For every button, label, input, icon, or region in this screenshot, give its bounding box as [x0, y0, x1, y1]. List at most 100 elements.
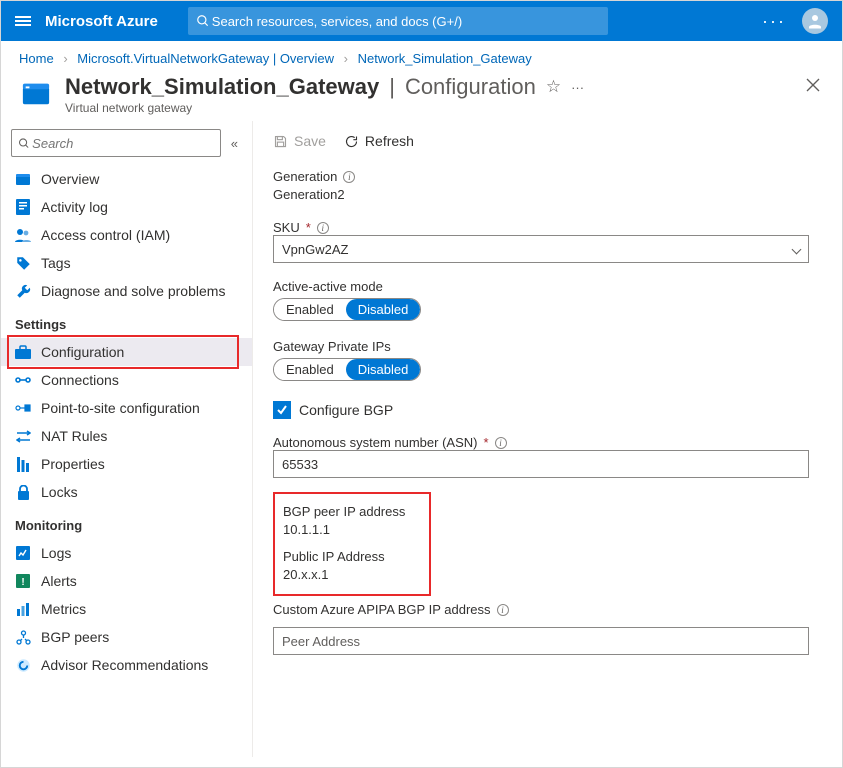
- sidebar-item-label: Connections: [41, 372, 119, 388]
- sidebar-item-label: Locks: [41, 484, 78, 500]
- breadcrumb-link[interactable]: Network_Simulation_Gateway: [358, 51, 532, 66]
- user-avatar[interactable]: [802, 8, 828, 34]
- apipa-label: Custom Azure APIPA BGP IP addressi: [273, 602, 822, 617]
- refresh-button[interactable]: Refresh: [344, 133, 414, 149]
- page-title: Network_Simulation_Gateway: [65, 74, 379, 100]
- page-section: Configuration: [405, 74, 536, 100]
- info-icon[interactable]: i: [343, 171, 355, 183]
- sku-value: VpnGw2AZ: [282, 242, 348, 257]
- collapse-sidebar-icon[interactable]: «: [227, 134, 242, 153]
- sidebar-item-metrics[interactable]: Metrics: [1, 595, 252, 623]
- configure-bgp-label: Configure BGP: [299, 402, 393, 418]
- alerts-icon: !: [15, 573, 31, 589]
- toggle-enabled[interactable]: Enabled: [274, 359, 346, 380]
- configure-bgp-checkbox[interactable]: Configure BGP: [273, 401, 822, 419]
- sidebar-menu: Overview Activity log Access control (IA…: [1, 165, 252, 757]
- toggle-enabled[interactable]: Enabled: [274, 299, 346, 320]
- bgp-peer-ip-label: BGP peer IP address: [283, 504, 812, 519]
- breadcrumb-link[interactable]: Microsoft.VirtualNetworkGateway | Overvi…: [77, 51, 334, 66]
- resource-icon: [19, 78, 53, 108]
- sidebar-item-diagnose[interactable]: Diagnose and solve problems: [1, 277, 252, 305]
- sidebar-section-settings: Settings: [1, 305, 252, 338]
- sidebar-item-label: Overview: [41, 171, 99, 187]
- page-subtitle: Virtual network gateway: [65, 101, 802, 115]
- log-icon: [15, 199, 31, 215]
- info-icon[interactable]: i: [497, 604, 509, 616]
- hamburger-menu-icon[interactable]: [1, 14, 45, 28]
- sidebar-item-nat-rules[interactable]: NAT Rules: [1, 422, 252, 450]
- sidebar-item-label: Alerts: [41, 573, 77, 589]
- generation-value: Generation2: [273, 184, 822, 216]
- logs-icon: [15, 545, 31, 561]
- close-button[interactable]: [802, 74, 824, 99]
- sidebar-item-label: Properties: [41, 456, 105, 472]
- sidebar-item-label: Advisor Recommendations: [41, 657, 208, 673]
- info-icon[interactable]: i: [495, 437, 507, 449]
- active-mode-label: Active-active mode: [273, 279, 822, 294]
- sidebar-item-p2s[interactable]: Point-to-site configuration: [1, 394, 252, 422]
- sidebar-item-alerts[interactable]: ! Alerts: [1, 567, 252, 595]
- more-actions-icon[interactable]: ···: [571, 80, 584, 95]
- sidebar-item-overview[interactable]: Overview: [1, 165, 252, 193]
- page-header: Network_Simulation_Gateway | Configurati…: [1, 74, 842, 121]
- active-mode-toggle[interactable]: Enabled Disabled: [273, 298, 421, 321]
- sidebar-item-label: Point-to-site configuration: [41, 400, 200, 416]
- asn-input[interactable]: 65533: [273, 450, 809, 478]
- advisor-icon: [15, 657, 31, 673]
- sidebar-item-logs[interactable]: Logs: [1, 539, 252, 567]
- svg-text:!: !: [21, 577, 24, 588]
- asn-label: Autonomous system number (ASN)*i: [273, 435, 822, 450]
- search-icon: [18, 137, 30, 150]
- sidebar-item-access-control[interactable]: Access control (IAM): [1, 221, 252, 249]
- sidebar-item-locks[interactable]: Locks: [1, 478, 252, 506]
- sidebar-search-input[interactable]: [30, 135, 214, 152]
- sidebar-item-label: Diagnose and solve problems: [41, 283, 225, 299]
- sidebar-item-activity-log[interactable]: Activity log: [1, 193, 252, 221]
- sidebar-item-tags[interactable]: Tags: [1, 249, 252, 277]
- wrench-icon: [15, 283, 31, 299]
- sidebar-section-monitoring: Monitoring: [1, 506, 252, 539]
- p2s-icon: [15, 400, 31, 416]
- connections-icon: [15, 372, 31, 388]
- sidebar-item-label: Activity log: [41, 199, 108, 215]
- checkbox-checked-icon: [273, 401, 291, 419]
- refresh-icon: [344, 134, 359, 149]
- tag-icon: [15, 255, 31, 271]
- sidebar-item-label: Logs: [41, 545, 71, 561]
- sku-dropdown[interactable]: VpnGw2AZ: [273, 235, 809, 263]
- public-ip-value: 20.x.x.1: [283, 564, 812, 586]
- toggle-disabled[interactable]: Disabled: [346, 299, 421, 320]
- info-icon[interactable]: i: [317, 222, 329, 234]
- sidebar-search[interactable]: [11, 129, 221, 157]
- toolbox-icon: [15, 344, 31, 360]
- breadcrumb-link[interactable]: Home: [19, 51, 54, 66]
- sidebar-item-configuration[interactable]: Configuration: [1, 338, 252, 366]
- sidebar-item-label: Metrics: [41, 601, 86, 617]
- sidebar-item-label: Configuration: [41, 344, 124, 360]
- brand-label: Microsoft Azure: [45, 13, 158, 30]
- global-search[interactable]: [188, 7, 608, 35]
- favorite-star-icon[interactable]: ☆: [546, 77, 561, 97]
- sidebar-item-properties[interactable]: Properties: [1, 450, 252, 478]
- overview-icon: [15, 171, 31, 187]
- sidebar: « Overview Activity log Access control (…: [1, 121, 253, 757]
- sidebar-item-bgp-peers[interactable]: BGP peers: [1, 623, 252, 651]
- lock-icon: [15, 484, 31, 500]
- apipa-input[interactable]: Peer Address: [273, 627, 809, 655]
- content-pane: Save Refresh Generationi Generation2 SKU…: [253, 121, 842, 757]
- global-search-input[interactable]: [210, 13, 600, 30]
- gateway-private-ips-toggle[interactable]: Enabled Disabled: [273, 358, 421, 381]
- search-icon: [196, 14, 210, 28]
- sidebar-item-advisor[interactable]: Advisor Recommendations: [1, 651, 252, 679]
- sidebar-item-connections[interactable]: Connections: [1, 366, 252, 394]
- breadcrumb: Home › Microsoft.VirtualNetworkGateway |…: [1, 41, 842, 74]
- metrics-icon: [15, 601, 31, 617]
- properties-icon: [15, 456, 31, 472]
- toggle-disabled[interactable]: Disabled: [346, 359, 421, 380]
- bgp-peer-ip-value: 10.1.1.1: [283, 519, 812, 545]
- public-ip-label: Public IP Address: [283, 549, 812, 564]
- sidebar-item-label: Access control (IAM): [41, 227, 170, 243]
- generation-label: Generationi: [273, 169, 822, 184]
- more-menu-icon[interactable]: ···: [762, 11, 786, 32]
- save-button[interactable]: Save: [273, 133, 326, 149]
